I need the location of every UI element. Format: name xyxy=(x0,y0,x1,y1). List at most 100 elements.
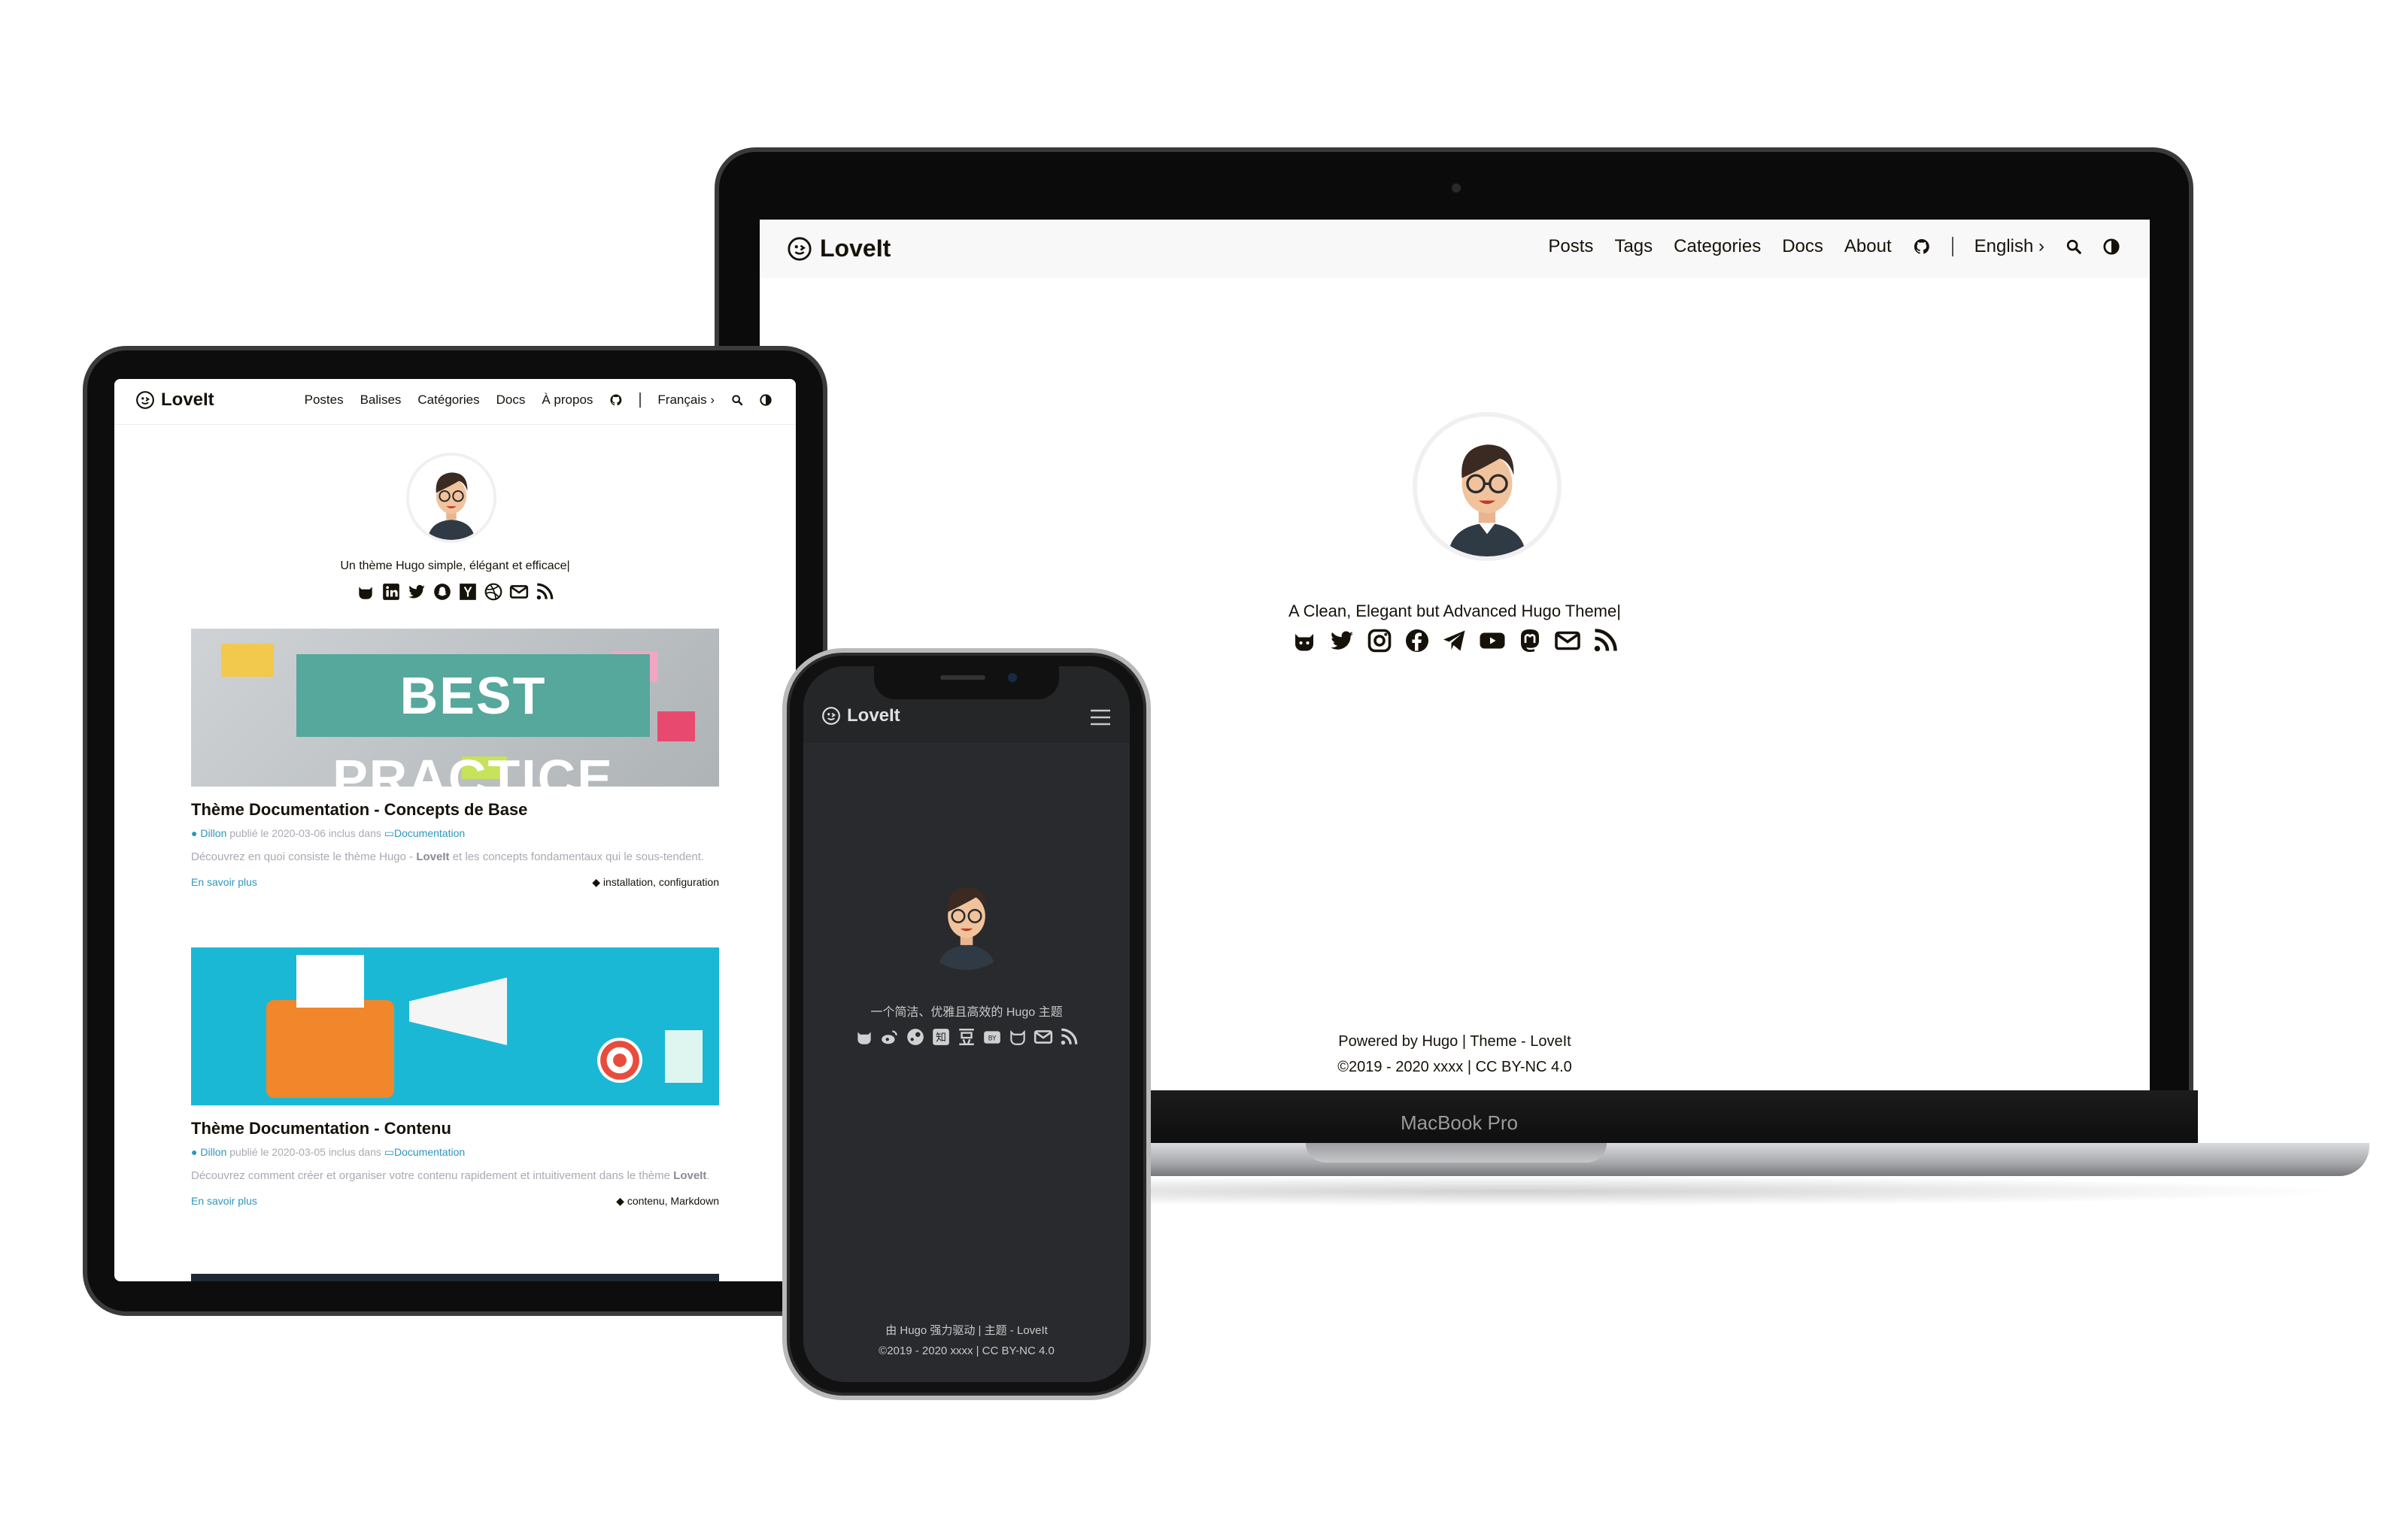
post-title[interactable]: Thème Documentation - Contenu xyxy=(191,1119,719,1138)
github-icon[interactable] xyxy=(1913,238,1931,256)
loveit-logo-icon xyxy=(822,707,840,725)
site-logo-text: LoveIt xyxy=(847,705,900,726)
post-category[interactable]: Documentation xyxy=(394,1146,465,1158)
paper-illustration xyxy=(296,955,364,1008)
github-icon[interactable] xyxy=(356,582,375,602)
menu-item-categories[interactable]: Categories xyxy=(1674,236,1761,257)
language-selector[interactable]: English › xyxy=(1974,236,2044,257)
email-icon[interactable] xyxy=(1554,627,1581,654)
chevron-right-icon: › xyxy=(710,393,715,407)
search-icon[interactable] xyxy=(2066,238,2082,255)
author-icon: ● xyxy=(191,1146,198,1158)
post-included-label: inclus dans xyxy=(328,1146,381,1158)
site-logo-text: LoveIt xyxy=(161,390,214,410)
menu-item-posts[interactable]: Posts xyxy=(1548,236,1593,257)
phone-notch xyxy=(874,666,1059,699)
mastodon-icon[interactable] xyxy=(1516,627,1543,654)
douban-icon[interactable] xyxy=(957,1027,976,1047)
twitter-icon[interactable] xyxy=(1328,627,1355,654)
laptop-menu: Posts Tags Categories Docs About English… xyxy=(1548,236,2120,257)
site-logo[interactable]: LoveIt xyxy=(821,705,900,726)
menu-item-a-propos[interactable]: À propos xyxy=(542,393,593,408)
post-meta: ● Dillon publié le 2020-03-05 inclus dan… xyxy=(191,1146,719,1159)
rss-icon[interactable] xyxy=(1592,627,1619,654)
language-selector[interactable]: Français › xyxy=(657,393,715,408)
read-more-link[interactable]: En savoir plus xyxy=(191,876,257,889)
ycombinator-icon[interactable] xyxy=(458,582,478,602)
post-tags-text[interactable]: contenu, Markdown xyxy=(627,1195,719,1207)
sticky-note-decoration xyxy=(221,644,274,677)
theme-toggle-icon[interactable] xyxy=(2103,238,2120,255)
github-icon[interactable] xyxy=(609,393,623,407)
read-more-link[interactable]: En savoir plus xyxy=(191,1195,257,1208)
social-links xyxy=(114,582,796,602)
zhihu-icon[interactable]: 知 xyxy=(931,1027,951,1047)
weibo-icon[interactable] xyxy=(880,1027,900,1047)
post-author[interactable]: Dillon xyxy=(200,1146,226,1158)
site-subtitle: Un thème Hugo simple, élégant et efficac… xyxy=(340,559,570,572)
post-summary: Découvrez en quoi consiste le thème Hugo… xyxy=(191,847,719,867)
facebook-icon[interactable] xyxy=(1404,627,1431,654)
twitter-icon[interactable] xyxy=(407,582,426,602)
post-summary: Découvrez comment créer et organiser vot… xyxy=(191,1166,719,1186)
loveit-logo-icon xyxy=(788,236,812,261)
email-icon[interactable] xyxy=(509,582,529,602)
site-logo[interactable]: LoveIt xyxy=(787,235,891,262)
post-tags-text[interactable]: installation, configuration xyxy=(603,876,719,888)
post-featured-image[interactable] xyxy=(191,947,719,1105)
email-icon[interactable] xyxy=(1034,1027,1053,1047)
linkedin-icon[interactable] xyxy=(381,582,401,602)
summary-text: . xyxy=(706,1169,710,1182)
post-card: BEST PRACTICE Thème Documentation - Conc… xyxy=(191,629,719,889)
post-featured-image[interactable]: BEST PRACTICE xyxy=(191,629,719,787)
rss-icon[interactable] xyxy=(1059,1027,1079,1047)
menu-item-postes[interactable]: Postes xyxy=(305,393,344,408)
rss-icon[interactable] xyxy=(535,582,554,602)
post-date: publié le 2020-03-06 xyxy=(229,827,326,839)
tablet-menu: Postes Balises Catégories Docs À propos … xyxy=(305,393,772,408)
footer-copyright: ©2019 - 2020 xxxx | CC BY-NC 4.0 xyxy=(879,1344,1055,1357)
summary-text: Découvrez en quoi consiste le thème Hugo… xyxy=(191,850,417,863)
site-subtitle: 一个简洁、优雅且高效的 Hugo 主题 xyxy=(870,1006,1063,1019)
hamburger-menu-icon[interactable] xyxy=(1089,708,1112,726)
post-category[interactable]: Documentation xyxy=(394,827,465,839)
menu-item-about[interactable]: About xyxy=(1844,236,1892,257)
tag-icon: ◆ xyxy=(616,1195,624,1207)
menu-item-balises[interactable]: Balises xyxy=(360,393,402,408)
search-icon[interactable] xyxy=(731,394,743,406)
avatar-illustration xyxy=(937,887,996,970)
instagram-icon[interactable] xyxy=(1366,627,1393,654)
github-alt-icon[interactable] xyxy=(1008,1027,1027,1047)
document-illustration xyxy=(665,1030,703,1083)
menu-item-categories[interactable]: Catégories xyxy=(417,393,479,408)
author-icon: ● xyxy=(191,827,198,839)
snapchat-icon[interactable] xyxy=(433,582,452,602)
site-logo[interactable]: LoveIt xyxy=(135,390,214,411)
theme-toggle-icon[interactable] xyxy=(760,394,772,406)
youtube-icon[interactable] xyxy=(1479,627,1506,654)
typewriter-illustration xyxy=(266,1000,394,1098)
tag-icon: ◆ xyxy=(592,876,600,888)
post-meta: ● Dillon publié le 2020-03-06 inclus dan… xyxy=(191,827,719,840)
svg-text:BY: BY xyxy=(988,1035,997,1042)
dribbble-icon[interactable] xyxy=(484,582,503,602)
telegram-icon[interactable] xyxy=(1441,627,1468,654)
bilibili-icon[interactable]: BY xyxy=(982,1027,1002,1047)
post-title[interactable]: Thème Documentation - Concepts de Base xyxy=(191,800,719,820)
post-author[interactable]: Dillon xyxy=(200,827,226,839)
menu-item-tags[interactable]: Tags xyxy=(1614,236,1653,257)
github-icon[interactable] xyxy=(1291,627,1318,654)
avatar-illustration xyxy=(1417,417,1557,556)
github-icon[interactable] xyxy=(854,1027,874,1047)
author-avatar xyxy=(1417,417,1557,556)
site-footer: 由 Hugo 强力驱动 | 主题 - LoveIt ©2019 - 2020 x… xyxy=(803,1320,1130,1361)
post-tags: ◆ contenu, Markdown xyxy=(616,1195,719,1208)
menu-item-docs[interactable]: Docs xyxy=(496,393,526,408)
menu-item-docs[interactable]: Docs xyxy=(1782,236,1823,257)
steam-icon[interactable] xyxy=(906,1027,925,1047)
post-card: Thème Documentation - Contenu ● Dillon p… xyxy=(191,947,719,1208)
banner-label: BEST PRACTICE xyxy=(296,654,650,787)
chevron-right-icon: › xyxy=(2038,236,2044,256)
language-label: Français xyxy=(657,393,707,407)
phone-speaker xyxy=(940,675,985,680)
